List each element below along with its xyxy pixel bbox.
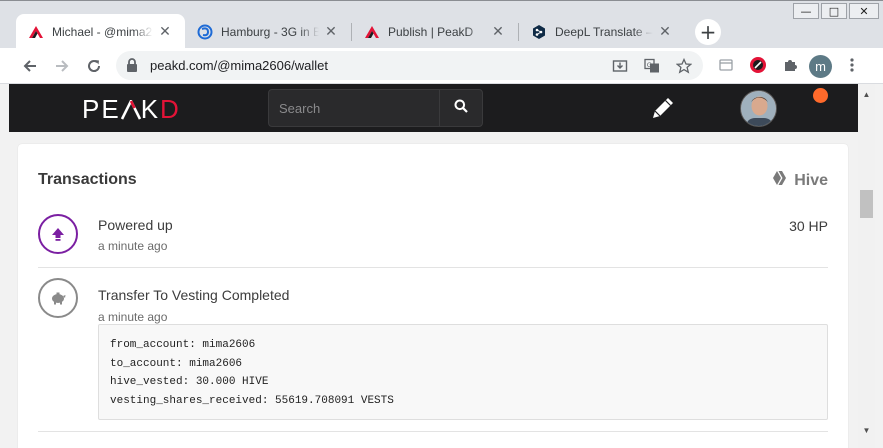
detail-key: from_account	[110, 339, 190, 351]
url-host: peakd.com	[150, 58, 214, 73]
tab-title: DeepL Translate – D	[555, 24, 653, 39]
translate-icon[interactable]: G	[641, 55, 663, 77]
detail-row: to_account: mima2606	[110, 357, 243, 370]
close-icon[interactable]: ✕	[323, 23, 339, 40]
tab-title: Michael - @mima2606	[52, 24, 153, 39]
piggy-bank-icon	[38, 278, 78, 318]
transaction-title: Powered up	[98, 217, 173, 233]
pencil-icon[interactable]	[649, 94, 677, 122]
forward-icon[interactable]	[48, 52, 76, 80]
tab-title: Hamburg - 3G in Bu	[221, 24, 319, 39]
detail-value: 55619.708091 VESTS	[275, 394, 394, 407]
tab-title: Publish | PeakD	[388, 24, 474, 39]
transactions-title: Transactions	[38, 171, 137, 188]
transaction-time[interactable]: a minute ago	[98, 310, 167, 324]
hive-logo-icon	[772, 170, 790, 191]
tab-publish-peakd[interactable]: Publish | PeakD ✕	[352, 14, 518, 49]
deepl-icon	[531, 24, 547, 40]
tab-michael-wallet[interactable]: Michael - @mima2606 ✕	[16, 14, 185, 49]
logo-part: PE	[82, 94, 121, 124]
address-bar[interactable]: peakd.com/@mima2606/wallet G	[116, 51, 703, 80]
profile-avatar[interactable]: m	[809, 55, 832, 78]
divider	[38, 431, 828, 432]
divider	[38, 267, 828, 268]
tab-hamburg[interactable]: Hamburg - 3G in Bu ✕	[185, 14, 351, 49]
new-tab-button[interactable]: +	[695, 19, 721, 45]
svg-text:G: G	[647, 61, 652, 69]
user-avatar[interactable]	[740, 90, 777, 127]
window-controls: — □ ✕	[793, 3, 879, 19]
bookmark-star-icon[interactable]	[673, 55, 695, 77]
logo-part: D	[160, 94, 181, 124]
transactions-card: Transactions Hive Powered up a minute ag…	[18, 144, 848, 448]
peakd-icon	[364, 24, 380, 40]
page-viewport: PE KD ▲ ▼ Transactions Hive	[0, 84, 883, 448]
power-up-icon	[38, 214, 78, 254]
peakd-navbar: PE KD	[9, 84, 858, 132]
back-icon[interactable]	[16, 52, 44, 80]
transaction-amount: 30 HP	[789, 218, 828, 234]
url-path: /@mima2606/wallet	[213, 58, 328, 73]
transaction-time[interactable]: a minute ago	[98, 239, 167, 253]
lock-icon[interactable]	[126, 58, 138, 77]
search-box	[268, 89, 483, 127]
notification-badge[interactable]	[813, 88, 828, 103]
more-menu-icon[interactable]	[842, 55, 862, 75]
browser-toolbar: peakd.com/@mima2606/wallet G	[0, 48, 883, 84]
browser-tab-strip: — □ ✕ Michael - @mima2606 ✕ Hamburg - 3G…	[0, 0, 883, 49]
detail-value: mima2606	[189, 357, 243, 370]
url-text[interactable]: peakd.com/@mima2606/wallet	[150, 58, 328, 73]
minimize-button[interactable]: —	[793, 3, 819, 19]
detail-key: vesting_shares_received	[110, 394, 262, 407]
reload-icon[interactable]	[80, 52, 108, 80]
close-icon[interactable]: ✕	[157, 23, 173, 40]
scroll-up-arrow[interactable]: ▲	[858, 88, 875, 100]
transaction-item: Powered up a minute ago 30 HP	[38, 214, 828, 266]
transaction-item: Transfer To Vesting Completed a minute a…	[38, 278, 828, 330]
tab-deepl[interactable]: DeepL Translate – D ✕	[519, 14, 685, 49]
chain-label: Hive	[794, 171, 828, 189]
transaction-details: from_account: mima2606 to_account: mima2…	[98, 324, 828, 420]
search-input[interactable]	[269, 90, 439, 126]
close-icon[interactable]: ✕	[657, 23, 673, 40]
scrollbar-thumb[interactable]	[860, 190, 873, 218]
close-window-button[interactable]: ✕	[849, 3, 879, 19]
chain-tag: Hive	[772, 170, 828, 191]
search-icon	[454, 99, 468, 118]
search-button[interactable]	[439, 90, 482, 126]
close-icon[interactable]: ✕	[490, 23, 506, 40]
peakd-logo[interactable]: PE KD	[82, 94, 181, 125]
detail-row: from_account: mima2606	[110, 339, 256, 351]
detail-row: hive_vested: 30.000 HIVE	[110, 376, 269, 388]
detail-value: 30.000 HIVE	[195, 376, 269, 388]
peakd-icon	[28, 24, 44, 40]
detail-row: vesting_shares_received: 55619.708091 VE…	[110, 394, 394, 407]
bplanet-icon	[197, 24, 213, 40]
detail-key: to_account	[110, 357, 177, 370]
logo-a-mark	[120, 94, 141, 124]
logo-part: K	[140, 94, 161, 124]
page-scrollbar[interactable]	[858, 84, 875, 448]
hive-keychain-icon[interactable]	[748, 55, 768, 75]
transaction-title: Transfer To Vesting Completed	[98, 287, 290, 303]
detail-key: hive_vested	[110, 376, 183, 388]
maximize-button[interactable]: □	[821, 3, 847, 19]
extensions-puzzle-icon[interactable]	[780, 55, 800, 75]
scroll-down-arrow[interactable]: ▼	[858, 424, 875, 436]
detail-value: mima2606	[202, 339, 256, 351]
install-app-icon[interactable]	[609, 55, 631, 77]
reading-mode-icon[interactable]	[716, 55, 736, 75]
